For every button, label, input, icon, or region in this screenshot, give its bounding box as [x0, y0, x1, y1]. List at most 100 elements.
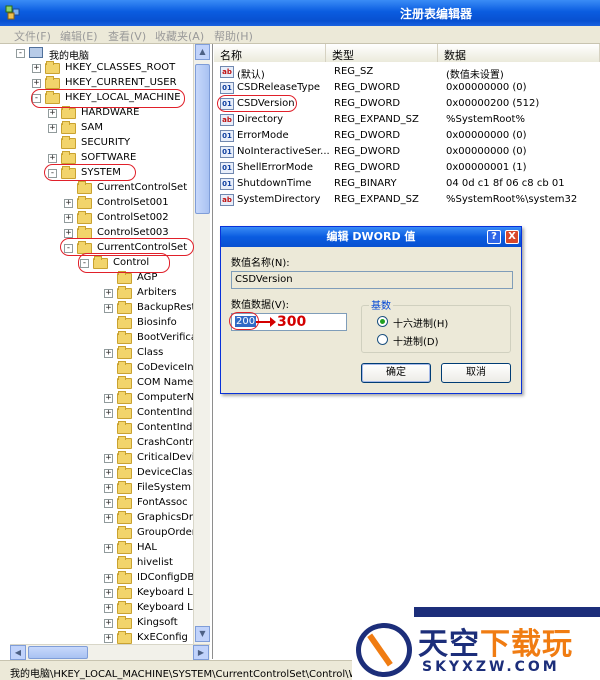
collapse-icon[interactable]: -	[64, 244, 73, 253]
menu-view[interactable]: 查看(V)	[108, 28, 146, 44]
close-icon[interactable]: X	[505, 230, 519, 244]
tree-node-label: 我的电脑	[49, 51, 89, 62]
radio-decimal-label[interactable]: 十进制(D)	[393, 333, 439, 348]
tree-node[interactable]: + HKEY_CLASSES_ROOT	[32, 61, 212, 76]
help-icon[interactable]: ?	[487, 230, 501, 244]
expand-icon[interactable]: +	[104, 514, 113, 523]
expand-icon[interactable]: +	[104, 634, 113, 643]
radio-decimal[interactable]	[377, 334, 388, 345]
radio-hex[interactable]	[377, 316, 388, 327]
value-name: ShutdownTime	[237, 178, 312, 189]
expand-icon[interactable]: +	[48, 109, 57, 118]
menu-help[interactable]: 帮助(H)	[214, 28, 253, 44]
folder-icon	[93, 256, 108, 269]
window-title: 注册表编辑器	[400, 7, 473, 21]
expand-icon[interactable]: +	[104, 574, 113, 583]
value-data-label: 数值数据(V):	[231, 300, 290, 311]
tree-horizontal-scrollbar[interactable]: ◀ ▶	[10, 644, 210, 660]
expand-icon[interactable]: +	[104, 394, 113, 403]
folder-icon	[117, 601, 132, 614]
tree-node[interactable]: + ControlSet002	[64, 211, 212, 226]
expand-icon[interactable]: +	[104, 499, 113, 508]
collapse-icon[interactable]: -	[48, 169, 57, 178]
value-type: REG_DWORD	[334, 98, 401, 109]
expand-icon[interactable]: +	[32, 64, 41, 73]
folder-icon	[45, 61, 60, 74]
tree-node-label: SOFTWARE	[81, 152, 137, 163]
folder-icon	[117, 541, 132, 554]
column-header-data[interactable]: 数据	[438, 44, 600, 62]
radio-hex-label[interactable]: 十六进制(H)	[393, 315, 448, 330]
tree-node-label: ControlSet001	[97, 197, 169, 208]
value-data: 04 0d c1 8f 06 c8 cb 01	[446, 178, 565, 189]
expand-icon[interactable]: +	[48, 124, 57, 133]
value-row[interactable]: ab (默认) REG_SZ (数值未设置)	[214, 64, 600, 81]
expand-icon[interactable]: +	[32, 79, 41, 88]
expand-icon[interactable]: +	[64, 199, 73, 208]
value-row[interactable]: 01 ErrorMode REG_DWORD 0x00000000 (0)	[214, 128, 600, 144]
value-row[interactable]: 01 CSDVersion REG_DWORD 0x00000200 (512)	[214, 96, 600, 112]
expand-icon[interactable]: +	[104, 409, 113, 418]
scroll-down-arrow-icon[interactable]: ▼	[195, 626, 210, 642]
menu-file[interactable]: 文件(F)	[14, 28, 51, 44]
folder-icon	[117, 316, 132, 329]
tree-node[interactable]: - 我的电脑	[16, 46, 206, 62]
expand-icon[interactable]: +	[104, 349, 113, 358]
annotation-new-value: 300	[256, 314, 306, 330]
tree-node[interactable]: + SAM	[48, 121, 212, 136]
expand-icon[interactable]: +	[64, 229, 73, 238]
value-row[interactable]: ab SystemDirectory REG_EXPAND_SZ %SystemRoo…	[214, 192, 600, 208]
tree-node[interactable]: + ControlSet003	[64, 226, 212, 241]
tree-node[interactable]: - HKEY_LOCAL_MACHINE	[32, 91, 212, 106]
collapse-icon[interactable]: -	[80, 259, 89, 268]
value-row[interactable]: 01 CSDReleaseType REG_DWORD 0x00000000 (0)	[214, 80, 600, 96]
value-data: 0x00000200 (512)	[446, 98, 540, 109]
folder-icon	[77, 196, 92, 209]
expand-icon[interactable]: +	[104, 544, 113, 553]
menu-edit[interactable]: 编辑(E)	[60, 28, 98, 44]
tree-scroll-thumb[interactable]	[195, 64, 210, 214]
tree-node[interactable]: + ControlSet001	[64, 196, 212, 211]
tree-node-label: AGP	[137, 272, 158, 283]
expand-icon[interactable]: +	[64, 214, 73, 223]
value-row[interactable]: 01 NoInteractiveSer... REG_DWORD 0x00000000…	[214, 144, 600, 160]
expand-icon[interactable]: +	[104, 589, 113, 598]
expand-icon[interactable]: +	[104, 454, 113, 463]
expand-icon[interactable]: +	[104, 289, 113, 298]
tree-node-label: FileSystem	[137, 482, 192, 493]
menu-favorites[interactable]: 收藏夹(A)	[155, 28, 204, 44]
cancel-button[interactable]: 取消	[441, 363, 511, 383]
ok-button[interactable]: 确定	[361, 363, 431, 383]
tree-node[interactable]: + HKEY_CURRENT_USER	[32, 76, 212, 91]
value-row[interactable]: ab Directory REG_EXPAND_SZ %SystemRoot%	[214, 112, 600, 128]
tree-node[interactable]: - CurrentControlSet	[64, 241, 212, 256]
expand-icon[interactable]: +	[104, 304, 113, 313]
tree-node[interactable]: - SYSTEM	[48, 166, 212, 181]
column-header-name[interactable]: 名称	[214, 44, 326, 62]
scroll-left-arrow-icon[interactable]: ◀	[10, 645, 26, 660]
value-data: 0x00000000 (0)	[446, 146, 527, 157]
tree-node-label: HKEY_CURRENT_USER	[65, 77, 177, 88]
tree-node-label: CriticalDevic	[137, 452, 201, 463]
expand-icon[interactable]: +	[104, 619, 113, 628]
collapse-icon[interactable]: -	[16, 49, 25, 58]
expand-icon[interactable]: +	[48, 154, 57, 163]
scroll-right-arrow-icon[interactable]: ▶	[193, 645, 209, 660]
expand-icon[interactable]: +	[104, 469, 113, 478]
tree-node[interactable]: CurrentControlSet	[64, 181, 212, 196]
tree-vertical-scrollbar[interactable]: ▲ ▼	[193, 44, 210, 644]
collapse-icon[interactable]: -	[32, 94, 41, 103]
annotation-arrow-icon	[256, 317, 276, 327]
expand-icon[interactable]: +	[104, 484, 113, 493]
tree-node-label: BackupResto	[137, 302, 202, 313]
tree-node[interactable]: SECURITY	[48, 136, 212, 151]
expand-icon[interactable]: +	[104, 604, 113, 613]
tree-node-label: FontAssoc	[137, 497, 188, 508]
tree-node[interactable]: + HARDWARE	[48, 106, 212, 121]
column-header-type[interactable]: 类型	[326, 44, 438, 62]
value-row[interactable]: 01 ShellErrorMode REG_DWORD 0x00000001 (1)	[214, 160, 600, 176]
scroll-up-arrow-icon[interactable]: ▲	[195, 44, 210, 60]
tree-hscroll-thumb[interactable]	[28, 646, 88, 659]
tree-node[interactable]: + SOFTWARE	[48, 151, 212, 166]
value-row[interactable]: 01 ShutdownTime REG_BINARY 04 0d c1 8f 06 c…	[214, 176, 600, 192]
